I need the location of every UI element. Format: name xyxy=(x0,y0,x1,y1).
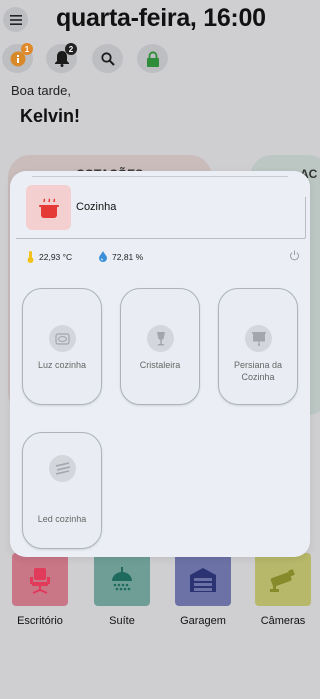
thermometer-icon xyxy=(27,251,34,263)
top-bar: quarta-feira, 16:00 xyxy=(0,0,320,40)
lock-chip[interactable] xyxy=(137,44,168,73)
search-icon xyxy=(100,51,115,66)
room-cameras-tile xyxy=(255,553,311,606)
light-icon xyxy=(55,332,70,345)
room-dialog: Cozinha 22,93 °C 72,81 % Luz cozinha Cri… xyxy=(10,171,310,557)
status-chips: 1 2 xyxy=(0,43,200,74)
device-card-cristaleira[interactable]: Cristaleira xyxy=(120,288,200,405)
search-chip[interactable] xyxy=(92,44,123,73)
temperature-sensor[interactable]: 22,93 °C xyxy=(27,251,72,263)
info-chip[interactable]: 1 xyxy=(2,43,33,73)
blinds-icon xyxy=(251,331,266,346)
room-suite-tile xyxy=(94,553,150,606)
lamp-icon xyxy=(156,332,165,346)
sensor-row: 22,93 °C 72,81 % xyxy=(27,250,300,265)
clock-title: quarta-feira, 16:00 xyxy=(56,4,266,32)
temperature-value: 22,93 °C xyxy=(39,252,73,262)
led-strip-icon xyxy=(55,461,70,475)
garage-icon xyxy=(190,567,216,592)
device-icon-bg xyxy=(49,455,76,482)
water-drop-icon xyxy=(99,251,107,262)
cooking-pot-icon xyxy=(38,197,59,218)
hamburger-icon xyxy=(9,14,22,25)
device-name: Persiana da Cozinha xyxy=(233,360,283,382)
room-name: Cozinha xyxy=(76,201,117,213)
room-cameras[interactable]: Câmeras xyxy=(255,553,311,627)
info-badge: 1 xyxy=(21,43,33,55)
room-suite[interactable]: Suíte xyxy=(94,553,150,627)
lock-icon xyxy=(146,50,159,67)
device-name: Led cozinha xyxy=(37,514,87,524)
notifications-chip[interactable]: 2 xyxy=(46,43,77,73)
power-icon[interactable] xyxy=(289,250,300,261)
room-suite-label: Suíte xyxy=(109,615,135,627)
device-card-blinds[interactable]: Persiana da Cozinha xyxy=(218,288,298,405)
device-name: Luz cozinha xyxy=(37,360,87,370)
camera-icon xyxy=(270,568,295,592)
room-shortcuts: Escritório Suíte Garagem Câmeras xyxy=(0,553,320,633)
room-office-label: Escritório xyxy=(17,615,63,627)
room-office[interactable]: Escritório xyxy=(12,553,68,627)
device-icon-bg xyxy=(245,325,272,352)
device-icon-bg xyxy=(49,325,76,352)
room-garage-label: Garagem xyxy=(180,615,226,627)
device-name: Cristaleira xyxy=(139,360,181,370)
room-garage-tile xyxy=(175,553,231,606)
room-header[interactable]: Cozinha xyxy=(16,185,306,239)
greeting-text: Boa tarde, xyxy=(11,83,71,98)
room-icon xyxy=(26,185,71,230)
device-icon-bg xyxy=(147,325,174,352)
notifications-badge: 2 xyxy=(65,43,77,55)
room-garage[interactable]: Garagem xyxy=(175,553,231,627)
humidity-value: 72,81 % xyxy=(112,251,144,262)
chair-icon xyxy=(30,567,50,594)
humidity-sensor[interactable]: 72,81 % xyxy=(99,251,143,262)
shower-icon xyxy=(112,566,132,590)
device-card-light[interactable]: Luz cozinha xyxy=(22,288,102,405)
user-name: Kelvin! xyxy=(20,106,81,126)
room-office-tile xyxy=(12,553,68,606)
menu-button[interactable] xyxy=(3,7,28,32)
room-cameras-label: Câmeras xyxy=(260,615,306,627)
device-card-led[interactable]: Led cozinha xyxy=(22,432,102,549)
dialog-divider xyxy=(32,176,288,177)
